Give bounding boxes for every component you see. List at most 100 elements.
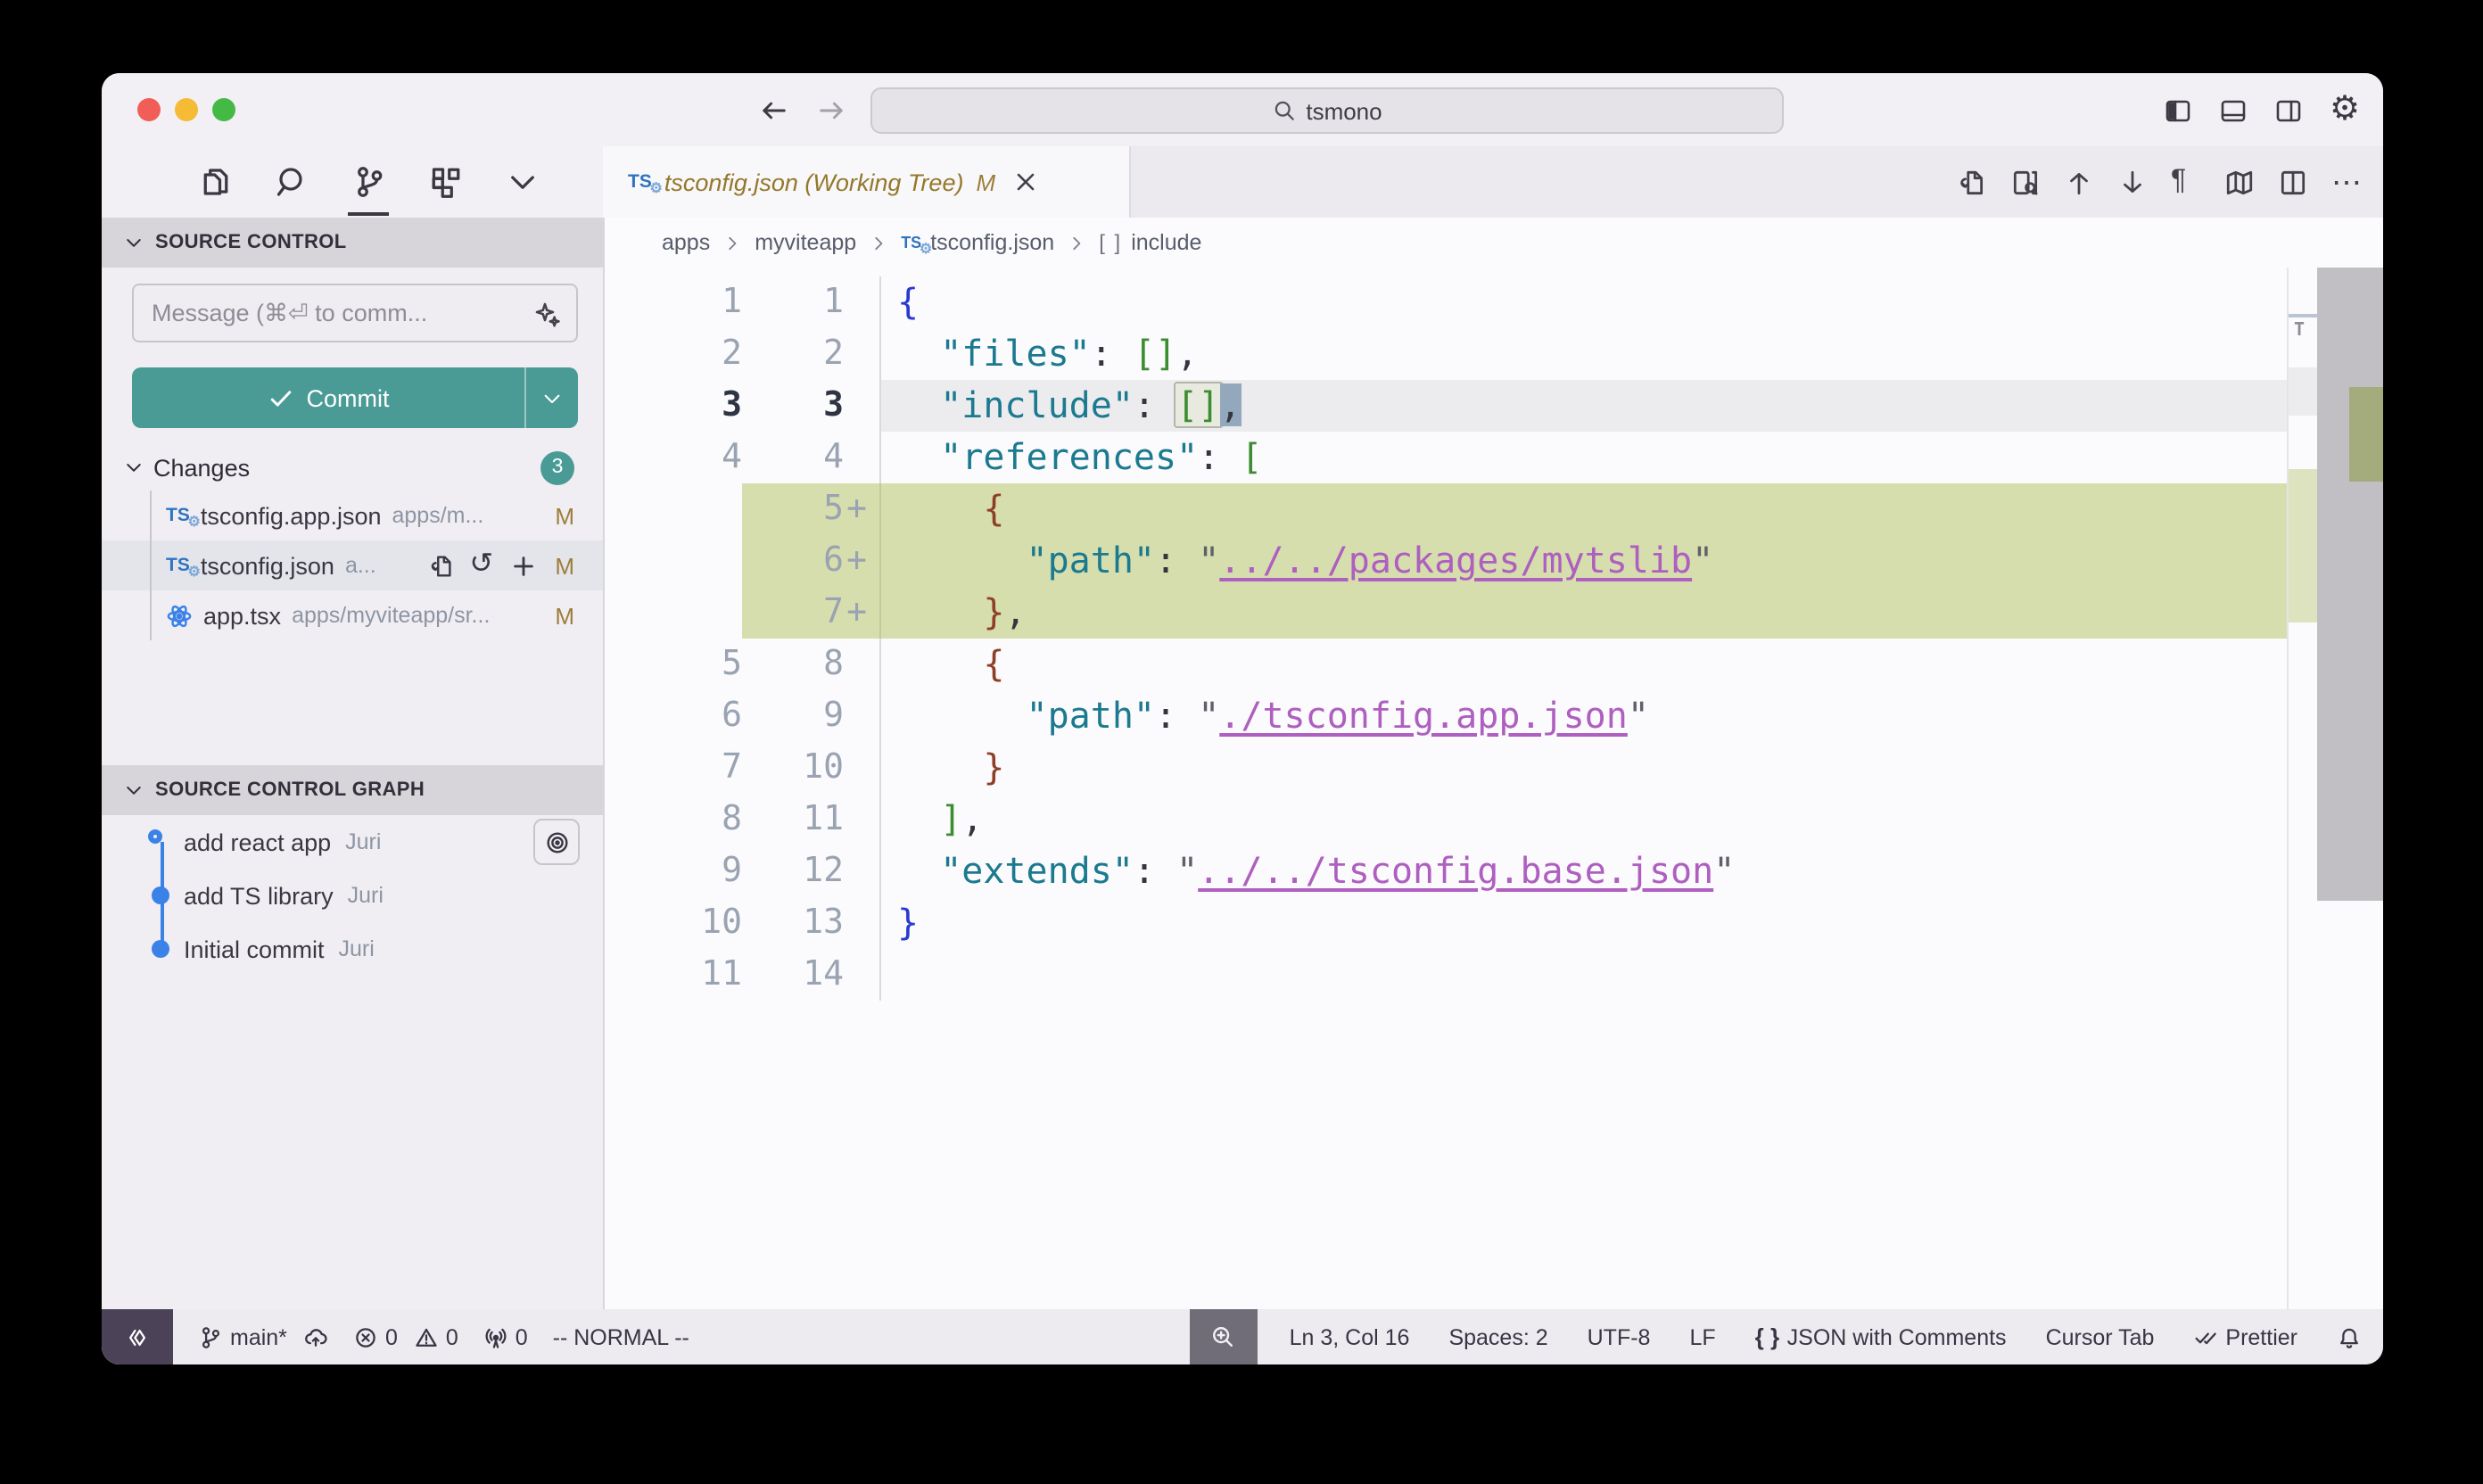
old-line-number: 4: [605, 432, 742, 483]
code-line[interactable]: 912 "extends": "../../tsconfig.base.json…: [605, 845, 2287, 897]
extensions-icon[interactable]: [426, 163, 464, 201]
navigate-forward-icon[interactable]: [815, 94, 847, 126]
next-change-icon[interactable]: [2117, 167, 2148, 197]
code-line[interactable]: 710 }: [605, 742, 2287, 794]
tab-close-icon[interactable]: [1011, 168, 1040, 196]
publish-icon: [303, 1324, 328, 1349]
branch-indicator[interactable]: main*: [198, 1324, 328, 1349]
change-row-app-tsx[interactable]: app.tsx apps/myviteapp/sr... M: [102, 590, 603, 640]
close-window-button[interactable]: [137, 98, 161, 121]
split-editor-icon[interactable]: [2278, 167, 2308, 197]
vim-mode-indicator[interactable]: -- NORMAL --: [553, 1324, 689, 1349]
diff-editor[interactable]: 11{22 "files": [],33 "include": [],44 "r…: [605, 268, 2383, 1309]
language-mode-indicator[interactable]: { } JSON with Comments: [1755, 1324, 2007, 1349]
old-line-number: [605, 535, 742, 587]
chevron-right-icon: [722, 233, 742, 252]
remote-indicator[interactable]: [102, 1309, 173, 1364]
settings-gear-icon[interactable]: ⚙: [2330, 95, 2358, 124]
source-control-graph-header[interactable]: SOURCE CONTROL GRAPH: [102, 765, 603, 815]
breadcrumb-apps[interactable]: apps: [662, 230, 710, 255]
overview-scrollbar[interactable]: [2317, 268, 2383, 1309]
old-line-number: 6: [605, 690, 742, 742]
more-views-chevron-icon[interactable]: [503, 163, 540, 201]
source-control-section-header[interactable]: SOURCE CONTROL: [102, 218, 603, 268]
breadcrumb-tsconfig-json[interactable]: TS⚙ tsconfig.json: [901, 230, 1054, 255]
search-view-icon[interactable]: [273, 163, 310, 201]
commit-row-add-ts-library[interactable]: add TS library Juri: [102, 869, 603, 922]
commit-dropdown-button[interactable]: [524, 367, 578, 428]
new-line-number: 1: [742, 276, 844, 328]
zoom-window-button[interactable]: [212, 98, 235, 121]
toggle-panel-icon[interactable]: [2219, 95, 2248, 124]
code-line[interactable]: 22 "files": [],: [605, 328, 2287, 380]
inline-view-icon[interactable]: [2010, 167, 2041, 197]
file-name: tsconfig.app.json: [201, 502, 382, 529]
search-icon: [1272, 98, 1297, 123]
code-text: "references": [: [879, 432, 2287, 483]
code-line[interactable]: 1013}: [605, 897, 2287, 949]
tab-tsconfig-working-tree[interactable]: TS⚙ tsconfig.json (Working Tree) M: [603, 146, 1131, 218]
toggle-whitespace-icon[interactable]: ¶: [2171, 167, 2201, 197]
code-line[interactable]: 5+ {: [605, 483, 2287, 535]
minimize-window-button[interactable]: [175, 98, 198, 121]
breadcrumb-include[interactable]: [ ] include: [1099, 230, 1201, 255]
change-row-tsconfig-app-json[interactable]: TS⚙ tsconfig.app.json apps/m... M: [102, 491, 603, 540]
problems-indicator[interactable]: 0 0: [353, 1324, 458, 1349]
double-check-icon: [2193, 1324, 2218, 1349]
bell-icon: [2337, 1324, 2362, 1349]
commit-button[interactable]: Commit: [132, 367, 578, 428]
minimap[interactable]: T: [2287, 268, 2317, 1309]
commit-message-input[interactable]: Message (⌘⏎ to comm...: [132, 284, 578, 342]
source-control-icon[interactable]: [350, 163, 387, 201]
activity-bar: [102, 146, 603, 218]
code-line[interactable]: 6+ "path": "../../packages/mytslib": [605, 535, 2287, 587]
explorer-icon[interactable]: [196, 163, 234, 201]
toggle-secondary-sidebar-icon[interactable]: [2274, 95, 2303, 124]
code-line[interactable]: 7+ },: [605, 587, 2287, 639]
notifications-bell[interactable]: [2337, 1324, 2362, 1349]
command-center-search[interactable]: tsmono: [870, 87, 1784, 134]
vim-mode-label: -- NORMAL --: [553, 1324, 689, 1349]
discard-changes-icon[interactable]: ↺: [469, 552, 496, 579]
code-line[interactable]: 1114: [605, 949, 2287, 1001]
cursor-tab-indicator[interactable]: Cursor Tab: [2046, 1324, 2155, 1349]
cursor-position-indicator[interactable]: Ln 3, Col 16: [1290, 1324, 1410, 1349]
change-row-tsconfig-json[interactable]: TS⚙ tsconfig.json a... ↺ M: [102, 540, 603, 590]
changes-label: Changes: [153, 454, 250, 481]
code-line[interactable]: 33 "include": [],: [605, 380, 2287, 432]
commit-row-add-react-app[interactable]: add react app Juri: [102, 815, 603, 869]
code-text: ],: [879, 794, 2287, 845]
code-text: {: [879, 639, 2287, 690]
block-cursor: ,: [1219, 383, 1241, 426]
indentation-indicator[interactable]: Spaces: 2: [1448, 1324, 1547, 1349]
code-line[interactable]: 11{: [605, 276, 2287, 328]
code-line[interactable]: 58 {: [605, 639, 2287, 690]
stage-changes-icon[interactable]: [510, 552, 537, 579]
eol-indicator[interactable]: LF: [1689, 1324, 1715, 1349]
more-actions-icon[interactable]: ⋯: [2331, 167, 2362, 197]
code-line[interactable]: 44 "references": [: [605, 432, 2287, 483]
commit-row-initial-commit[interactable]: Initial commit Juri: [102, 922, 603, 976]
encoding-indicator[interactable]: UTF-8: [1588, 1324, 1651, 1349]
formatter-indicator[interactable]: Prettier: [2193, 1324, 2297, 1349]
open-file-icon[interactable]: [428, 552, 455, 579]
code-line[interactable]: 69 "path": "./tsconfig.app.json": [605, 690, 2287, 742]
ports-indicator[interactable]: 0: [483, 1324, 528, 1349]
scrollbar-slider[interactable]: [2317, 268, 2383, 901]
new-line-number: 14: [742, 949, 844, 1001]
commit-message: add TS library: [184, 882, 334, 909]
breadcrumb-myviteapp[interactable]: myviteapp: [755, 230, 856, 255]
zoom-indicator[interactable]: [1190, 1309, 1258, 1364]
sparkle-icon[interactable]: [533, 299, 562, 327]
code-line[interactable]: 811 ],: [605, 794, 2287, 845]
navigate-back-icon[interactable]: [758, 94, 790, 126]
code-text: {: [879, 276, 2287, 328]
toggle-primary-sidebar-icon[interactable]: [2164, 95, 2192, 124]
changes-section-header[interactable]: Changes 3: [102, 444, 603, 491]
open-changes-icon[interactable]: [1957, 167, 1987, 197]
checkout-target-button[interactable]: [533, 819, 580, 865]
new-line-number: 13: [742, 897, 844, 949]
minimap-viewport-edge: [2289, 314, 2317, 317]
map-icon[interactable]: [2224, 167, 2255, 197]
previous-change-icon[interactable]: [2064, 167, 2094, 197]
